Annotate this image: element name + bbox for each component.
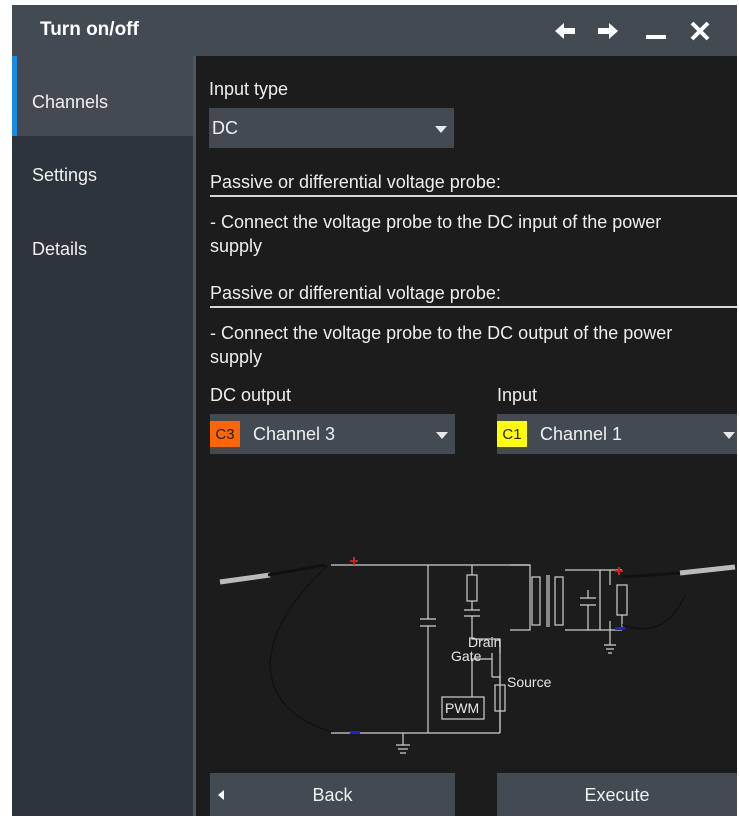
dc-output-label: DC output bbox=[210, 385, 292, 405]
input-type-label: Input type bbox=[209, 79, 289, 99]
section-heading: Passive or differential voltage probe: bbox=[210, 283, 501, 303]
source-label: Source bbox=[507, 674, 552, 690]
input-type-select[interactable]: DC bbox=[209, 108, 454, 148]
instruction-text: - Connect the voltage probe to the DC in… bbox=[210, 212, 662, 256]
sidebar-item-channels[interactable]: Channels bbox=[12, 56, 193, 136]
dc-output-value: Channel 3 bbox=[253, 424, 336, 444]
dialog-title: Turn on/off bbox=[40, 19, 139, 40]
divider bbox=[210, 195, 737, 197]
execute-button-label: Execute bbox=[584, 785, 650, 805]
divider bbox=[210, 306, 737, 308]
arrow-left-icon[interactable] bbox=[549, 16, 581, 46]
channel-badge: C3 bbox=[210, 421, 240, 447]
sidebar-item-settings[interactable]: Settings bbox=[32, 165, 97, 186]
sidebar-item-details[interactable]: Details bbox=[32, 239, 87, 260]
sidebar: Channels Settings Details bbox=[12, 56, 193, 816]
execute-button[interactable]: Execute bbox=[497, 773, 737, 816]
instruction-text: - Connect the voltage probe to the DC ou… bbox=[210, 323, 673, 367]
section-heading: Passive or differential voltage probe: bbox=[210, 172, 501, 192]
active-indicator bbox=[12, 56, 17, 136]
title-bar: Turn on/off bbox=[12, 5, 737, 56]
chevron-down-icon bbox=[436, 432, 448, 439]
pwm-label: PWM bbox=[445, 700, 479, 716]
circuit-diagram: Drain Gate Source PWM bbox=[219, 557, 736, 754]
close-icon[interactable] bbox=[684, 16, 716, 46]
input-type-value: DC bbox=[212, 118, 238, 138]
gate-label: Gate bbox=[451, 648, 482, 664]
input-label: Input bbox=[497, 385, 538, 405]
dc-output-select[interactable]: C3 Channel 3 bbox=[210, 414, 455, 454]
chevron-down-icon bbox=[723, 432, 735, 439]
sidebar-item-label: Channels bbox=[32, 92, 109, 112]
minimize-icon[interactable] bbox=[640, 16, 672, 46]
back-button-label: Back bbox=[312, 785, 353, 805]
back-button[interactable]: Back bbox=[210, 773, 455, 816]
channel-badge: C1 bbox=[497, 421, 527, 447]
input-value: Channel 1 bbox=[540, 424, 623, 444]
sidebar-divider bbox=[193, 56, 196, 816]
input-select[interactable]: C1 Channel 1 bbox=[497, 414, 737, 454]
arrow-right-icon[interactable] bbox=[592, 16, 624, 46]
chevron-down-icon bbox=[435, 126, 447, 133]
turn-on-off-dialog: Turn on/off Channels Settings Details In… bbox=[12, 5, 737, 816]
